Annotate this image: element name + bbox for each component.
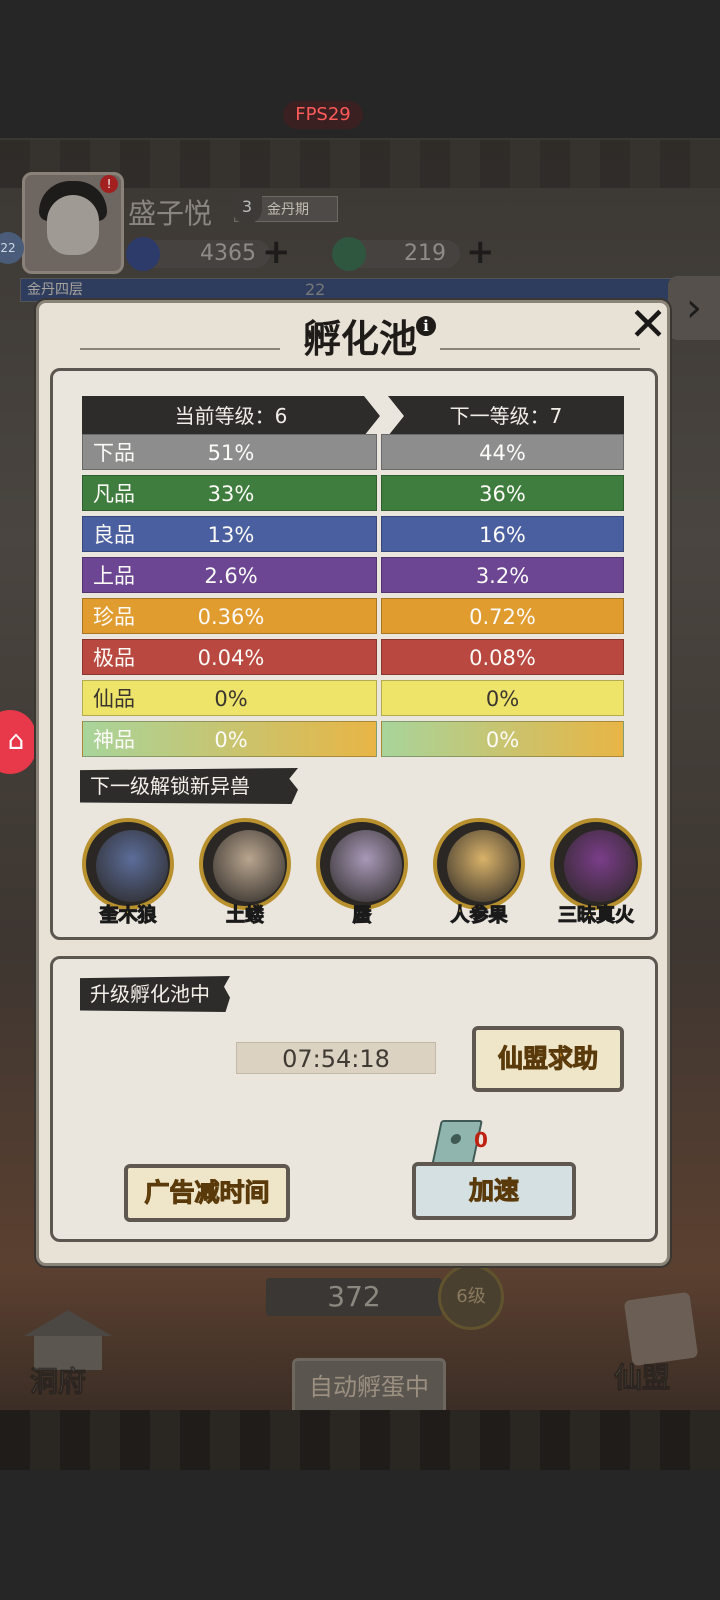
grade-name: 仙品 xyxy=(93,687,135,711)
grade-next-pct: 0.08% xyxy=(469,646,536,670)
grade-row-current: 上品 2.6% xyxy=(82,557,377,593)
fps-counter: FPS29 xyxy=(283,101,363,129)
grade-row-current: 珍品 0.36% xyxy=(82,598,377,634)
beast-frame xyxy=(316,818,408,910)
navigation-area xyxy=(0,1470,720,1600)
grade-current-pct: 33% xyxy=(207,482,255,506)
stage-label: 金丹四层 xyxy=(27,282,83,298)
grade-name: 极品 xyxy=(93,646,135,670)
cave-roof xyxy=(24,1310,112,1336)
hatch-level-badge: 6级 xyxy=(438,1264,504,1330)
beast-frame xyxy=(82,818,174,910)
cave-label: 洞府 xyxy=(29,1365,87,1399)
grade-next-pct: 44% xyxy=(479,441,526,465)
alliance-label: 仙盟 xyxy=(613,1361,671,1395)
beast-name: 蜃 xyxy=(352,904,372,927)
grade-next-pct: 3.2% xyxy=(475,564,530,588)
grade-name: 下品 xyxy=(93,441,135,465)
grade-row-next: 0% xyxy=(381,721,624,757)
beast-name: 土蝼 xyxy=(225,904,264,927)
grade-current-pct: 2.6% xyxy=(204,564,258,588)
grade-current-pct: 0.04% xyxy=(197,646,265,670)
beast-item[interactable]: 奎木狼 xyxy=(80,818,176,928)
grade-current-pct: 0% xyxy=(214,728,248,752)
beast-portrait xyxy=(330,830,402,902)
grade-current-pct: 0% xyxy=(214,687,248,711)
grade-row-next: 44% xyxy=(381,434,624,470)
next-level-header: 下一等级：7 xyxy=(388,396,624,436)
beast-portrait xyxy=(564,830,636,902)
blue-gem-icon xyxy=(126,237,160,271)
beast-item[interactable]: 三昧真火 xyxy=(548,818,644,928)
grade-row-next: 0.08% xyxy=(381,639,624,675)
ad-reduce-time-button[interactable]: 广告减时间 xyxy=(124,1164,290,1222)
close-icon[interactable]: ✕ xyxy=(626,301,670,347)
beast-frame xyxy=(199,818,291,910)
beast-portrait xyxy=(96,830,168,902)
green-spirit-icon xyxy=(332,237,366,271)
grade-next-pct: 0% xyxy=(485,687,520,711)
grade-next-pct: 0.72% xyxy=(469,605,536,629)
beast-item[interactable]: 土蝼 xyxy=(197,818,293,928)
grade-next-pct: 16% xyxy=(479,523,526,547)
beast-name: 奎木狼 xyxy=(99,904,157,927)
grade-name: 神品 xyxy=(93,728,135,752)
egg-counter: 372 xyxy=(266,1278,442,1316)
grade-row-current: 良品 13% xyxy=(82,516,377,552)
alliance-help-button[interactable]: 仙盟求助 xyxy=(472,1026,624,1092)
ticket-count: 0 xyxy=(474,1128,488,1152)
notification-badge: ! xyxy=(100,175,118,193)
grade-current-pct: 51% xyxy=(207,441,255,465)
beast-frame xyxy=(550,818,642,910)
grade-name: 上品 xyxy=(93,564,135,588)
beast-name: 人参果 xyxy=(450,904,508,927)
auto-hatch-button[interactable]: 自动孵蛋中 xyxy=(292,1358,446,1416)
next-level-label: 下一等级：7 xyxy=(449,404,563,428)
speed-up-button[interactable]: 加速 xyxy=(412,1162,576,1220)
beast-portrait xyxy=(213,830,285,902)
grade-name: 珍品 xyxy=(93,605,135,629)
upgrade-timer: 07:54:18 xyxy=(236,1042,436,1074)
grade-current-pct: 0.36% xyxy=(197,605,265,629)
upgrade-title: 升级孵化池中 xyxy=(80,976,230,1012)
grade-row-next: 0.72% xyxy=(381,598,624,634)
avatar-face xyxy=(47,195,99,255)
grade-name: 良品 xyxy=(93,523,135,547)
grade-row-next: 16% xyxy=(381,516,624,552)
grade-row-current: 凡品 33% xyxy=(82,475,377,511)
beast-item[interactable]: 蜃 xyxy=(314,818,410,928)
add-spirit-button[interactable]: + xyxy=(466,232,495,272)
player-name: 盛子悦 xyxy=(128,197,213,230)
grade-row-next: 36% xyxy=(381,475,624,511)
unlock-title: 下一级解锁新异兽 xyxy=(80,768,298,804)
current-level-header: 当前等级：6 xyxy=(82,396,380,436)
beast-frame xyxy=(433,818,525,910)
grade-row-current: 仙品 0% xyxy=(82,680,377,716)
grade-row-next: 3.2% xyxy=(381,557,624,593)
beast-portrait xyxy=(447,830,519,902)
grade-current-pct: 13% xyxy=(207,523,255,547)
realm-shield-icon: 3 xyxy=(232,192,262,224)
grade-row-current: 极品 0.04% xyxy=(82,639,377,675)
dialog-title: 孵化池 xyxy=(302,316,417,361)
bottom-pattern xyxy=(0,1410,720,1470)
beast-name: 三昧真火 xyxy=(557,904,634,927)
grade-name: 凡品 xyxy=(93,482,135,506)
add-gem-button[interactable]: + xyxy=(262,232,291,272)
grade-next-pct: 36% xyxy=(479,482,526,506)
cultivation-progress: 金丹四层 22 xyxy=(20,278,682,302)
exp-value: 22 xyxy=(305,280,326,299)
grade-next-pct: 0% xyxy=(485,728,520,752)
grade-row-next: 0% xyxy=(381,680,624,716)
info-icon[interactable]: i xyxy=(416,316,436,336)
beast-item[interactable]: 人参果 xyxy=(431,818,527,928)
grade-row-current: 神品 0% xyxy=(82,721,377,757)
current-level-label: 当前等级：6 xyxy=(174,404,288,428)
grade-row-current: 下品 51% xyxy=(82,434,377,470)
